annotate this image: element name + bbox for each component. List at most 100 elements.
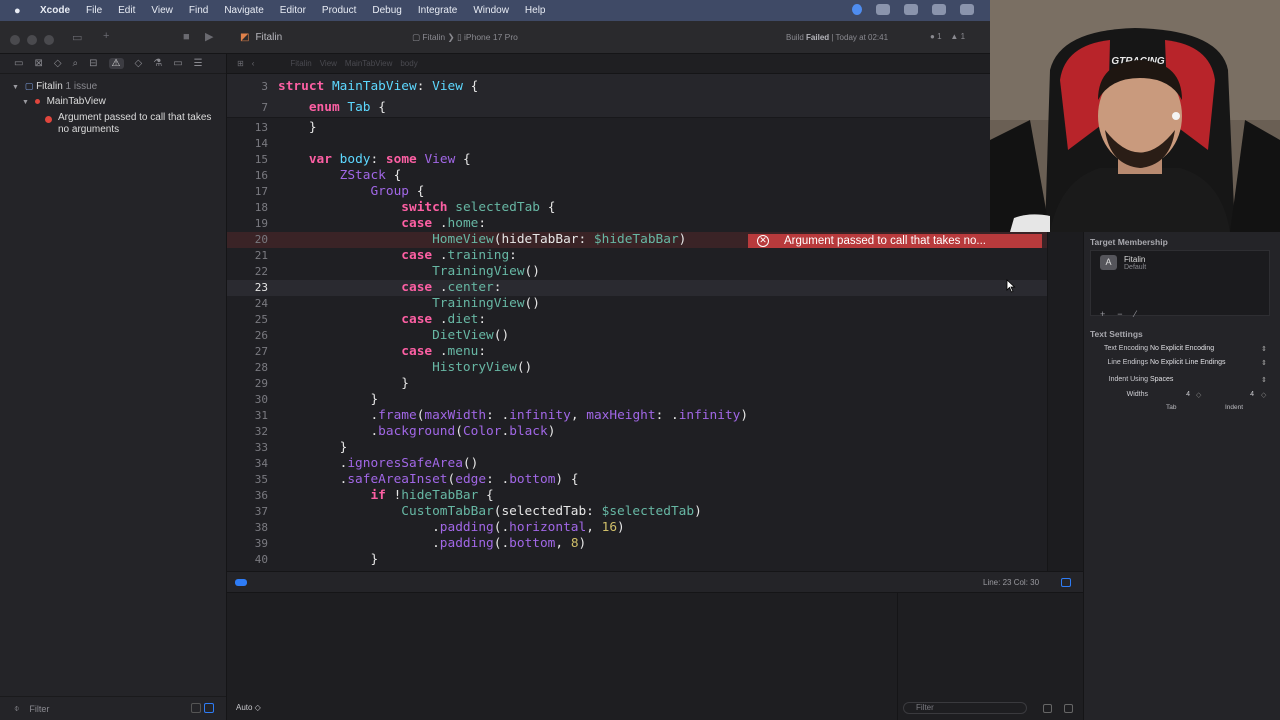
menu-file[interactable]: File <box>86 5 102 16</box>
find-icon[interactable]: ⌕ <box>73 58 79 69</box>
source-editor[interactable]: 3 struct MainTabView: View { 7 enum Tab {… <box>227 74 1047 571</box>
code-line[interactable]: 3 struct MainTabView: View { <box>227 79 1047 95</box>
tab-width-field[interactable]: 4 <box>1154 391 1190 402</box>
add-icon[interactable]: + <box>103 30 109 42</box>
output-mode-selector[interactable]: Auto ◇ <box>236 703 261 712</box>
add-target-icon[interactable]: + <box>1100 309 1105 319</box>
issue-counts[interactable]: ● 1 ▲ 1 <box>930 32 965 41</box>
menu-find[interactable]: Find <box>189 5 208 16</box>
breakpoint-icon[interactable]: ▭ <box>173 58 182 69</box>
code-line[interactable]: 40 } <box>227 552 1047 568</box>
menu-app-name[interactable]: Xcode <box>40 5 70 16</box>
jump-bar-file[interactable]: MainTabView <box>345 59 392 68</box>
code-line[interactable]: 35 .safeAreaInset(edge: .bottom) { <box>227 472 1047 488</box>
code-line[interactable]: 39 .padding(.bottom, 8) <box>227 536 1047 552</box>
menu-product[interactable]: Product <box>322 5 356 16</box>
source-control-icon[interactable]: ⊠ <box>34 58 42 69</box>
stepper-icon[interactable]: ◇ <box>1196 391 1201 399</box>
code-line-current[interactable]: 23 case .center: <box>227 280 1047 296</box>
menu-help[interactable]: Help <box>525 5 546 16</box>
code-line[interactable]: 32 .background(Color.black) <box>227 424 1047 440</box>
code-line[interactable]: 13 } <box>227 120 1047 136</box>
sidebar-toggle-icon[interactable]: ▭ <box>72 31 82 44</box>
code-line[interactable]: 25 case .diet: <box>227 312 1047 328</box>
line-endings-select[interactable]: No Explicit Line Endings ⇕ <box>1150 359 1270 371</box>
code-line[interactable]: 37 CustomTabBar(selectedTab: $selectedTa… <box>227 504 1047 520</box>
filter-option-icon[interactable] <box>204 703 214 713</box>
code-line[interactable]: 34 .ignoresSafeArea() <box>227 456 1047 472</box>
folder-icon[interactable]: ▭ <box>14 58 23 69</box>
code-line[interactable]: 19 case .home: <box>227 216 1047 232</box>
report-icon[interactable]: ☰ <box>194 58 203 69</box>
status-icon[interactable] <box>852 4 862 15</box>
code-line[interactable]: 31 .frame(maxWidth: .infinity, maxHeight… <box>227 408 1047 424</box>
chevron-down-icon[interactable]: ▼ <box>22 99 32 106</box>
bookmark-icon[interactable]: ◇ <box>54 58 62 69</box>
menu-view[interactable]: View <box>151 5 173 16</box>
code-line[interactable]: 21 case .training: <box>227 248 1047 264</box>
code-line[interactable]: 29 } <box>227 376 1047 392</box>
code-line[interactable]: 30 } <box>227 392 1047 408</box>
code-line[interactable]: 26 DietView() <box>227 328 1047 344</box>
apple-menu-icon[interactable]: ● <box>14 5 30 17</box>
minimize-window-button[interactable] <box>27 35 37 45</box>
filter-option-icon[interactable] <box>191 703 201 713</box>
code-line[interactable]: 33 } <box>227 440 1047 456</box>
single-view-icon[interactable] <box>1064 704 1073 713</box>
jump-bar-folder[interactable]: View <box>320 59 337 68</box>
menu-editor[interactable]: Editor <box>280 5 306 16</box>
console-filter[interactable]: Filter <box>903 702 1027 714</box>
close-window-button[interactable] <box>10 35 20 45</box>
code-line[interactable]: 14 <box>227 136 1047 152</box>
menu-navigate[interactable]: Navigate <box>224 5 263 16</box>
device-icon: ▯ <box>456 32 462 42</box>
console-toggle-icon[interactable] <box>235 579 247 586</box>
status-icon[interactable] <box>904 4 918 15</box>
tree-row-file[interactable]: ▼ MainTabView <box>22 96 106 107</box>
symbol-icon[interactable]: ⊟ <box>89 58 97 69</box>
menu-debug[interactable]: Debug <box>372 5 401 16</box>
tree-row-project[interactable]: ▼ ▢ Fitalin 1 issue <box>12 81 97 92</box>
stop-icon[interactable]: ■ <box>183 31 190 43</box>
jump-bar-project[interactable]: Fitalin <box>290 59 311 68</box>
zoom-window-button[interactable] <box>44 35 54 45</box>
status-icon[interactable] <box>876 4 890 15</box>
code-line[interactable]: 7 enum Tab { <box>227 100 1047 116</box>
stepper-icon[interactable]: ◇ <box>1261 391 1266 399</box>
run-icon[interactable]: ▶ <box>205 30 213 43</box>
menu-window[interactable]: Window <box>473 5 509 16</box>
status-icon[interactable] <box>960 4 974 15</box>
code-line[interactable]: 36 if !hideTabBar { <box>227 488 1047 504</box>
code-line[interactable]: 16 ZStack { <box>227 168 1047 184</box>
jump-bar-symbol[interactable]: body <box>400 59 417 68</box>
code-line[interactable]: 18 switch selectedTab { <box>227 200 1047 216</box>
inspector-toggle-icon[interactable] <box>1061 578 1071 587</box>
text-encoding-select[interactable]: No Explicit Encoding ⇕ <box>1150 345 1270 357</box>
indent-using-select[interactable]: Spaces ⇕ <box>1150 376 1270 388</box>
issue-navigator-icon[interactable]: ⚠ <box>108 58 124 69</box>
scheme-selector[interactable]: ▢ Fitalin ❯ ▯ iPhone 17 Pro <box>412 32 518 43</box>
grid-icon[interactable]: ⊞ <box>237 59 244 68</box>
menu-integrate[interactable]: Integrate <box>418 5 457 16</box>
tab-fitalin[interactable]: ◩ Fitalin <box>228 21 408 54</box>
indent-width-field[interactable]: 4 <box>1218 391 1254 402</box>
inline-error-banner[interactable]: ✕ Argument passed to call that takes no.… <box>748 234 1042 248</box>
code-line[interactable]: 24 TrainingView() <box>227 296 1047 312</box>
code-line[interactable]: 28 HistoryView() <box>227 360 1047 376</box>
remove-target-icon[interactable]: − <box>1117 309 1122 319</box>
code-line[interactable]: 15 var body: some View { <box>227 152 1047 168</box>
edit-target-icon[interactable]: ⁄ <box>1135 309 1137 319</box>
test-icon[interactable]: ◇ <box>135 58 143 69</box>
back-icon[interactable]: ‹ <box>252 59 255 68</box>
code-line[interactable]: 17 Group { <box>227 184 1047 200</box>
navigator-filter[interactable]: ⌽ Filter <box>0 696 226 720</box>
code-line[interactable]: 27 case .menu: <box>227 344 1047 360</box>
status-icon[interactable] <box>932 4 946 15</box>
split-view-icon[interactable] <box>1043 704 1052 713</box>
menu-edit[interactable]: Edit <box>118 5 135 16</box>
debug-icon[interactable]: ⚗ <box>153 58 162 69</box>
code-line[interactable]: 38 .padding(.horizontal, 16) <box>227 520 1047 536</box>
issue-message[interactable]: Argument passed to call that takes no ar… <box>58 112 218 135</box>
code-line[interactable]: 22 TrainingView() <box>227 264 1047 280</box>
chevron-down-icon[interactable]: ▼ <box>12 84 22 91</box>
